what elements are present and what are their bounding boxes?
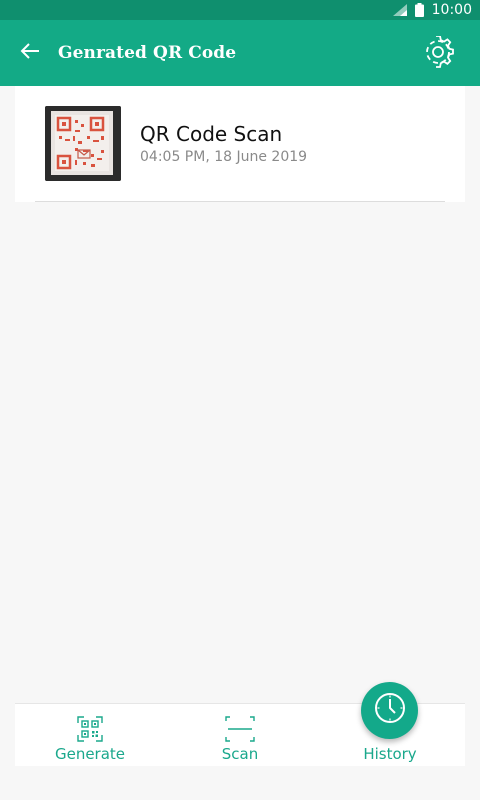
history-fab[interactable] xyxy=(361,682,418,739)
history-list-item[interactable]: QR Code Scan 04:05 PM, 18 June 2019 xyxy=(15,86,465,202)
status-time: 10:00 xyxy=(431,2,472,18)
list-divider xyxy=(35,201,445,202)
status-bar: 10:00 xyxy=(0,0,480,20)
nav-generate[interactable]: Generate xyxy=(15,704,165,767)
clock-icon xyxy=(373,691,407,730)
back-button[interactable] xyxy=(2,20,58,86)
gear-icon xyxy=(422,34,454,73)
signal-icon xyxy=(392,4,407,16)
qr-generate-icon xyxy=(77,715,103,743)
page-title: Genrated QR Code xyxy=(58,43,237,63)
scan-frame-icon xyxy=(225,715,255,743)
settings-button[interactable] xyxy=(422,34,454,73)
qr-thumbnail xyxy=(45,106,121,181)
arrow-left-icon xyxy=(20,42,40,64)
item-title: QR Code Scan xyxy=(140,122,283,146)
nav-scan-label: Scan xyxy=(221,745,259,763)
nav-history-label: History xyxy=(363,745,417,763)
nav-scan[interactable]: Scan xyxy=(165,704,315,767)
battery-icon xyxy=(414,3,424,17)
nav-generate-label: Generate xyxy=(54,745,126,763)
app-bar: Genrated QR Code xyxy=(0,20,480,86)
item-timestamp: 04:05 PM, 18 June 2019 xyxy=(140,149,308,165)
